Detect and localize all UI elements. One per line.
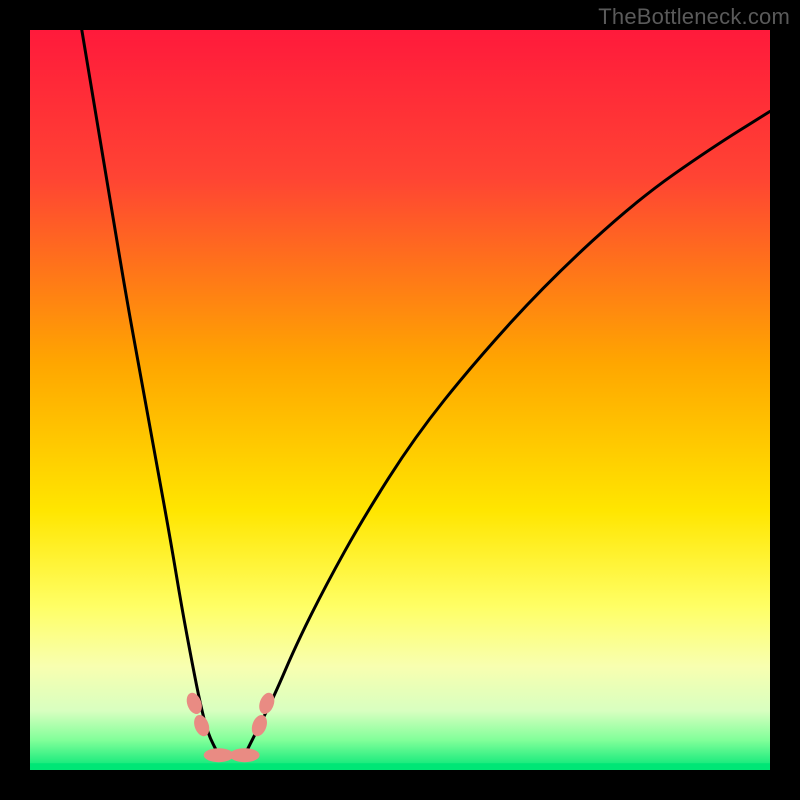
marker-valley-floor-1: [204, 748, 234, 762]
marker-valley-floor-2: [230, 748, 260, 762]
chart-background: [30, 30, 770, 770]
watermark-text: TheBottleneck.com: [598, 4, 790, 30]
outer-frame: TheBottleneck.com: [0, 0, 800, 800]
chart-svg: [30, 30, 770, 770]
chart-plot: [30, 30, 770, 770]
